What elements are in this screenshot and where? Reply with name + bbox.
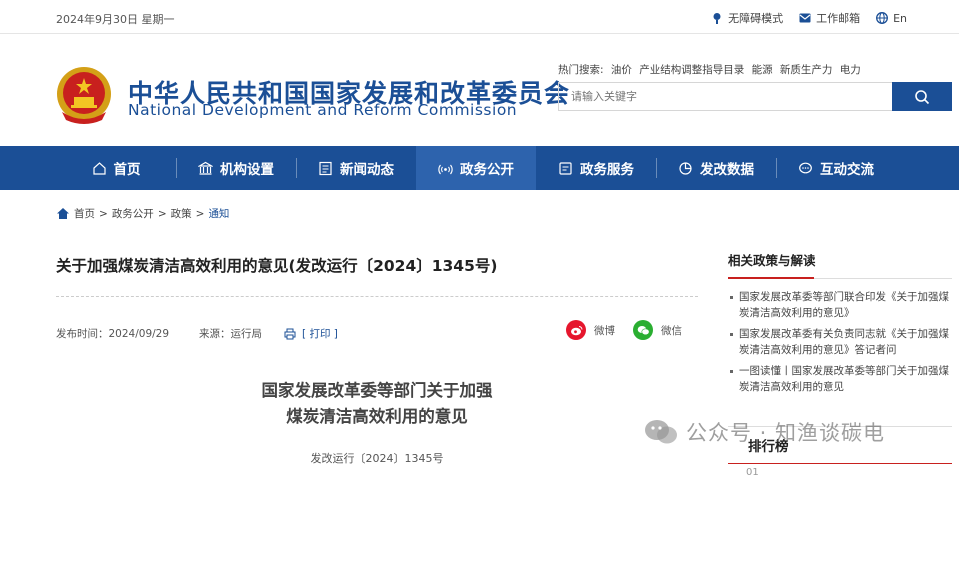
main-nav: 首页 机构设置 新闻动态 政务公开 政务服务 发改数据 互动交流 — [0, 146, 959, 190]
document-title-line: 国家发展改革委等部门关于加强 — [261, 381, 493, 400]
watermark-text: 公众号 · 知渔谈碳电 — [686, 421, 886, 445]
nav-item-news[interactable]: 新闻动态 — [296, 146, 416, 190]
hot-search-item[interactable]: 新质生产力 — [780, 64, 833, 76]
hot-search-item[interactable]: 油价 — [611, 64, 632, 76]
nav-item-organization[interactable]: 机构设置 — [176, 146, 296, 190]
chat-icon — [799, 162, 812, 173]
weibo-icon — [566, 320, 586, 340]
article-source: 来源：运行局 — [199, 328, 263, 340]
nav-label: 发改数据 — [700, 162, 754, 178]
site-name-en[interactable]: National Development and Reform Commissi… — [128, 101, 517, 119]
hot-search: 热门搜索: 油价 产业结构调整指导目录 能源 新质生产力 电力 — [558, 62, 865, 77]
nav-item-data[interactable]: 发改数据 — [656, 146, 776, 190]
printer-icon — [284, 328, 296, 339]
ranking-number: 01 — [746, 467, 759, 478]
mail-icon — [799, 13, 811, 23]
work-mail-label: 工作邮箱 — [816, 12, 861, 25]
news-icon — [319, 161, 332, 175]
nav-label: 互动交流 — [820, 162, 874, 178]
watermark: 公众号 · 知渔谈碳电 — [644, 417, 885, 447]
breadcrumb-current[interactable]: 通知 — [208, 206, 229, 221]
top-bar: 2024年9月30日 星期一 无障碍模式 工作邮箱 En — [0, 0, 959, 34]
document-title: 国家发展改革委等部门关于加强 煤炭清洁高效利用的意见 — [200, 378, 554, 430]
chart-icon — [679, 161, 692, 175]
service-icon — [559, 161, 572, 175]
work-mail-link[interactable]: 工作邮箱 — [799, 10, 860, 26]
related-policies-title: 相关政策与解读 — [728, 250, 952, 279]
hot-search-label: 热门搜索: — [558, 64, 604, 76]
search-input[interactable] — [559, 83, 893, 110]
breadcrumb-item[interactable]: 首页 — [74, 206, 95, 221]
document-number: 发改运行〔2024〕1345号 — [310, 452, 444, 465]
accessibility-icon — [713, 13, 721, 24]
share-weibo-label: 微博 — [594, 324, 615, 337]
hot-search-item[interactable]: 产业结构调整指导目录 — [639, 64, 744, 76]
hot-search-item[interactable]: 电力 — [840, 64, 861, 76]
related-policy-link[interactable]: 国家发展改革委等部门联合印发《关于加强煤炭清洁高效利用的意见》 — [728, 289, 952, 321]
search-button[interactable] — [892, 82, 952, 111]
national-emblem-icon[interactable] — [54, 64, 114, 126]
nav-label: 新闻动态 — [340, 162, 394, 178]
nav-item-interaction[interactable]: 互动交流 — [776, 146, 896, 190]
breadcrumb-item[interactable]: 政务公开 — [112, 206, 154, 221]
related-policy-link[interactable]: 一图读懂丨国家发展改革委等部门关于加强煤炭清洁高效利用的意见 — [728, 363, 952, 395]
building-icon — [198, 161, 213, 175]
breadcrumb-item[interactable]: 政策 — [171, 206, 192, 221]
nav-item-gov-affairs[interactable]: 政务公开 — [416, 146, 536, 190]
search-icon — [915, 89, 930, 104]
article-meta: 发布时间：2024/09/29 来源：运行局 [ 打印 ] — [56, 326, 338, 341]
top-links: 无障碍模式 工作邮箱 En — [711, 10, 907, 26]
divider — [56, 296, 698, 297]
nav-item-services[interactable]: 政务服务 — [536, 146, 656, 190]
nav-label: 机构设置 — [220, 162, 274, 178]
related-policy-link[interactable]: 国家发展改革委有关负责同志就《关于加强煤炭清洁高效利用的意见》答记者问 — [728, 326, 952, 358]
accessible-mode-label: 无障碍模式 — [728, 12, 784, 25]
nav-label: 政务公开 — [460, 162, 514, 178]
publish-date: 发布时间：2024/09/29 — [56, 328, 170, 340]
print-label: [ 打印 ] — [302, 328, 338, 340]
search-box — [558, 82, 952, 111]
print-button[interactable]: [ 打印 ] — [284, 326, 338, 341]
home-icon — [57, 208, 69, 219]
wechat-icon — [645, 420, 677, 444]
home-icon — [92, 161, 106, 175]
accessible-mode-link[interactable]: 无障碍模式 — [711, 10, 783, 26]
nav-label: 政务服务 — [580, 162, 634, 178]
breadcrumb: 首页 > 政务公开 > 政策 > 通知 — [56, 206, 229, 221]
globe-icon — [876, 12, 889, 24]
broadcast-icon — [438, 164, 453, 174]
hot-search-item[interactable]: 能源 — [752, 64, 773, 76]
wechat-icon — [633, 320, 653, 340]
share-weibo-button[interactable]: 微博 — [566, 320, 615, 340]
share-wechat-label: 微信 — [661, 324, 682, 337]
article-title: 关于加强煤炭清洁高效利用的意见(发改运行〔2024〕1345号) — [56, 257, 498, 275]
site-header: 中华人民共和国国家发展和改革委员会 National Development a… — [0, 35, 959, 146]
divider — [728, 463, 952, 464]
share-bar: 微博 微信 — [566, 320, 682, 340]
english-link[interactable]: En — [876, 10, 907, 26]
nav-item-home[interactable]: 首页 — [56, 146, 176, 190]
related-policies: 相关政策与解读 国家发展改革委等部门联合印发《关于加强煤炭清洁高效利用的意见》 … — [728, 250, 952, 400]
share-wechat-button[interactable]: 微信 — [633, 320, 682, 340]
current-date: 2024年9月30日 星期一 — [56, 13, 175, 26]
document-title-line: 煤炭清洁高效利用的意见 — [286, 407, 468, 426]
english-label: En — [893, 11, 907, 25]
nav-label: 首页 — [113, 162, 141, 178]
